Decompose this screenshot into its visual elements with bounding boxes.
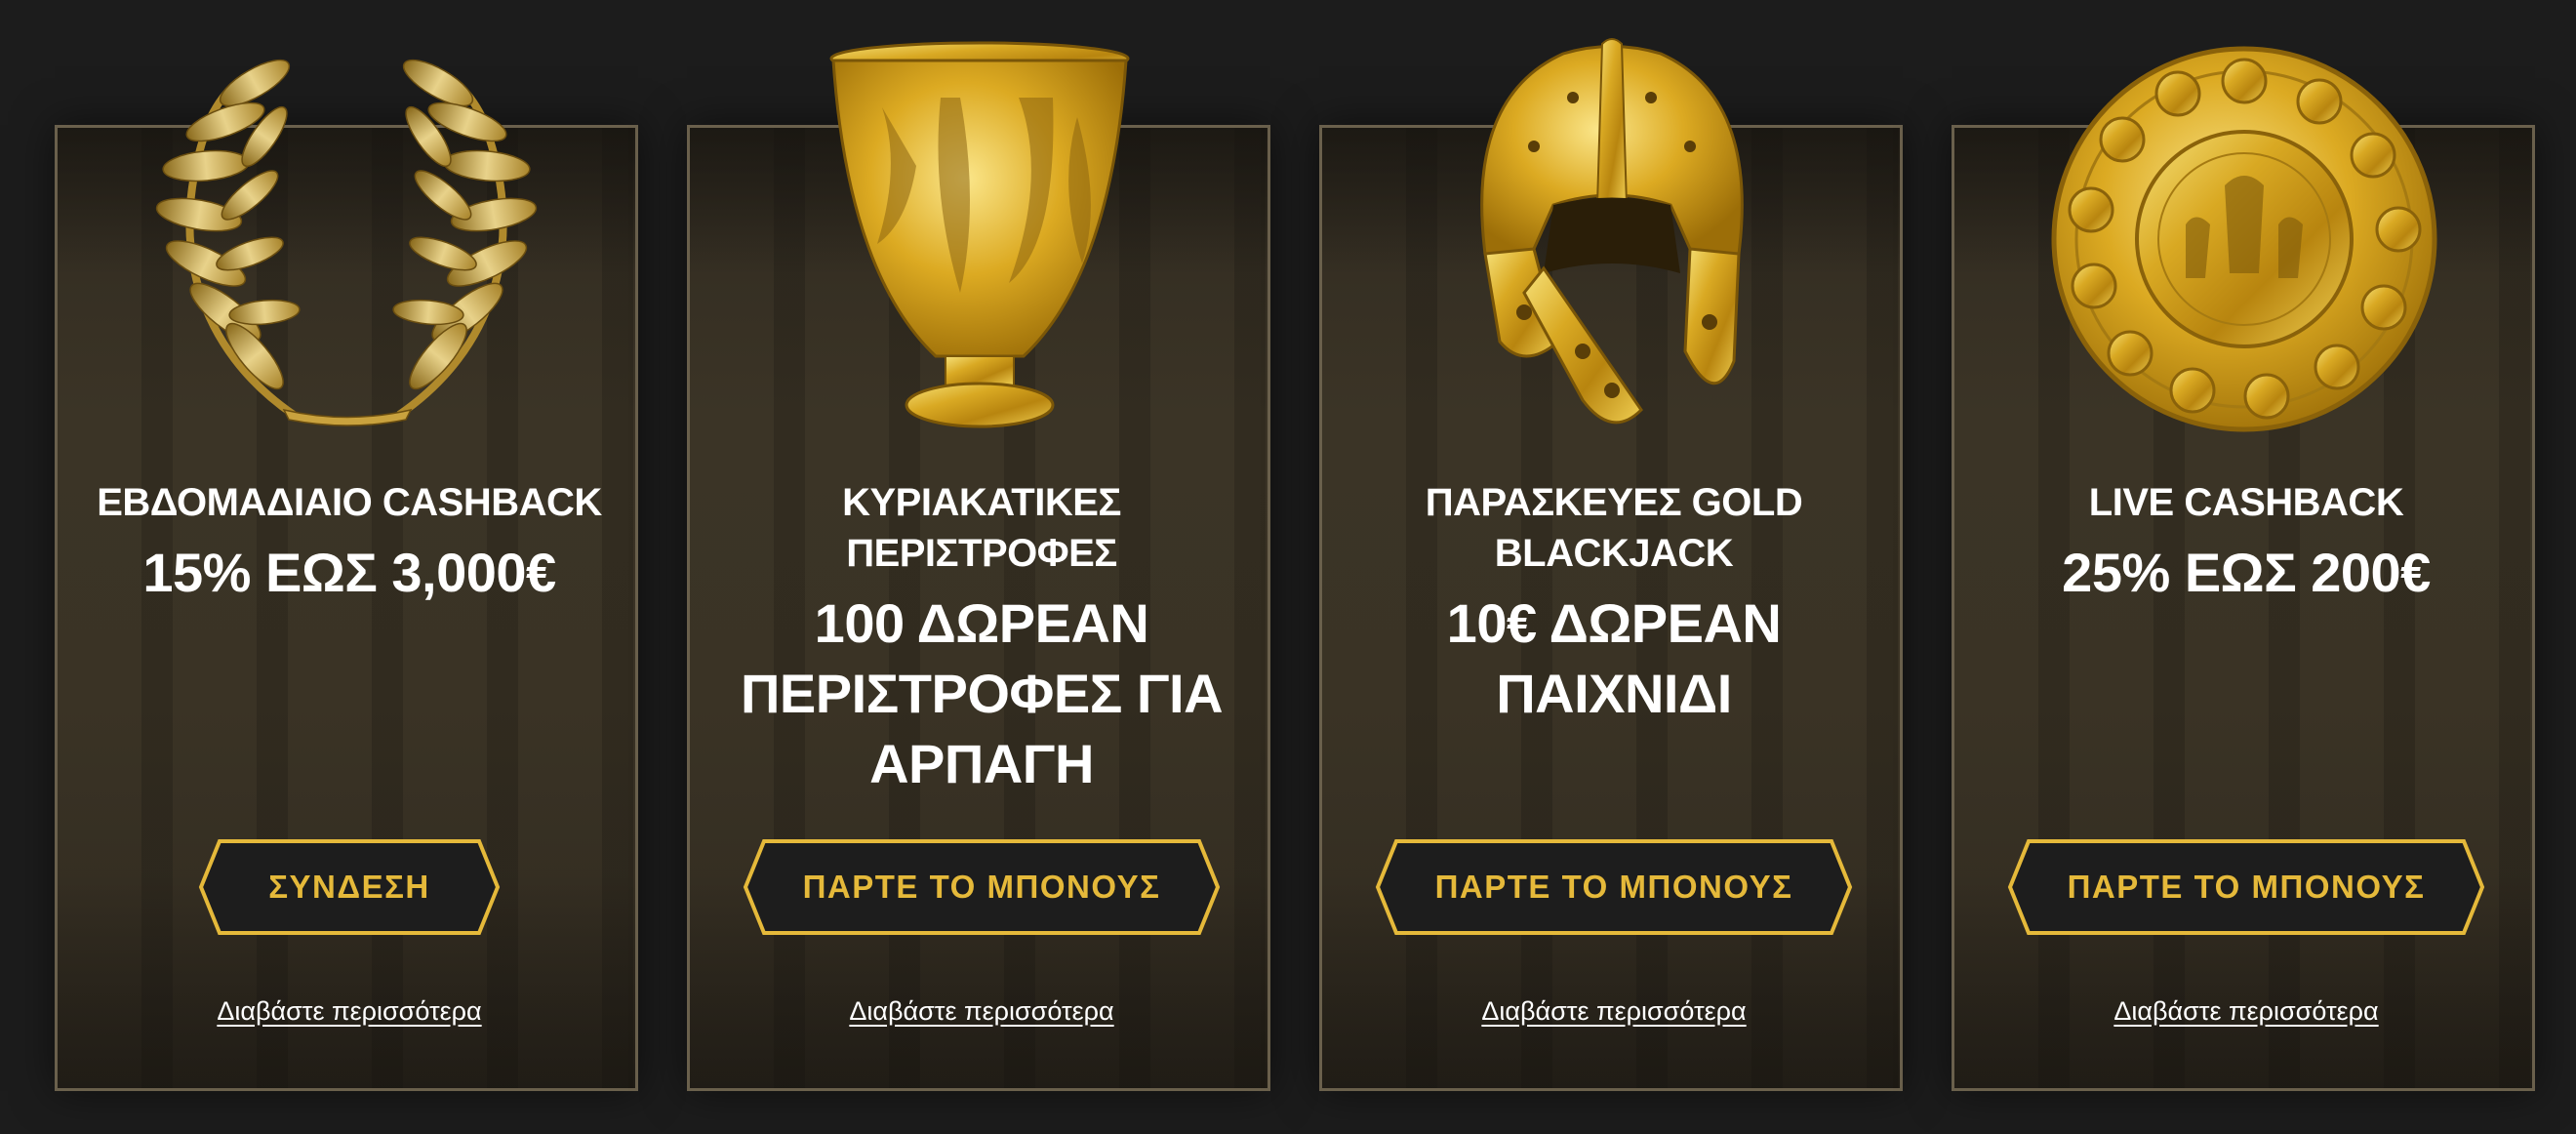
read-more-link[interactable]: Διαβάστε περισσότερα [1954, 996, 2532, 1027]
card-offer: 15% ΕΩΣ 3,000€ [142, 542, 556, 603]
card-title: ΠΑΡΑΣΚΕΥΕΣ GOLD BLACKJACK [1425, 481, 1803, 575]
golden-shield-icon [1952, 29, 2535, 439]
laurel-wreath-icon [55, 29, 638, 439]
read-more-link[interactable]: Διαβάστε περισσότερα [58, 996, 635, 1027]
get-bonus-button[interactable]: ΠΑΡΤΕ ΤΟ ΜΠΟΝΟΥΣ [743, 838, 1221, 936]
get-bonus-button[interactable]: ΠΑΡΤΕ ΤΟ ΜΠΟΝΟΥΣ [1375, 838, 1853, 936]
login-button[interactable]: ΣΥΝΔΕΣΗ [198, 838, 501, 936]
card-title: LIVE CASHBACK [2088, 481, 2404, 524]
card-title: ΕΒΔΟΜΑΔΙΑΙΟ CASHBACK [97, 481, 602, 524]
read-more-link[interactable]: Διαβάστε περισσότερα [690, 996, 1268, 1027]
golden-vase-icon [687, 29, 1270, 439]
card-title: ΚΥΡΙΑΚΑΤΙΚΕΣ ΠΕΡΙΣΤΡΟΦΕΣ [842, 481, 1121, 575]
card-offer: 100 ΔΩΡΕΑΝ ΠΕΡΙΣΤΡΟΦΕΣ ΓΙΑ ΑΡΠΑΓΗ [740, 592, 1224, 794]
card-offer: 10€ ΔΩΡΕΑΝ ΠΑΙΧΝΙΔΙ [1446, 592, 1782, 724]
read-more-link[interactable]: Διαβάστε περισσότερα [1322, 996, 1900, 1027]
golden-helmet-icon [1319, 29, 1903, 439]
get-bonus-button[interactable]: ΠΑΡΤΕ ΤΟ ΜΠΟΝΟΥΣ [2007, 838, 2485, 936]
card-offer: 25% ΕΩΣ 200€ [2062, 542, 2431, 603]
